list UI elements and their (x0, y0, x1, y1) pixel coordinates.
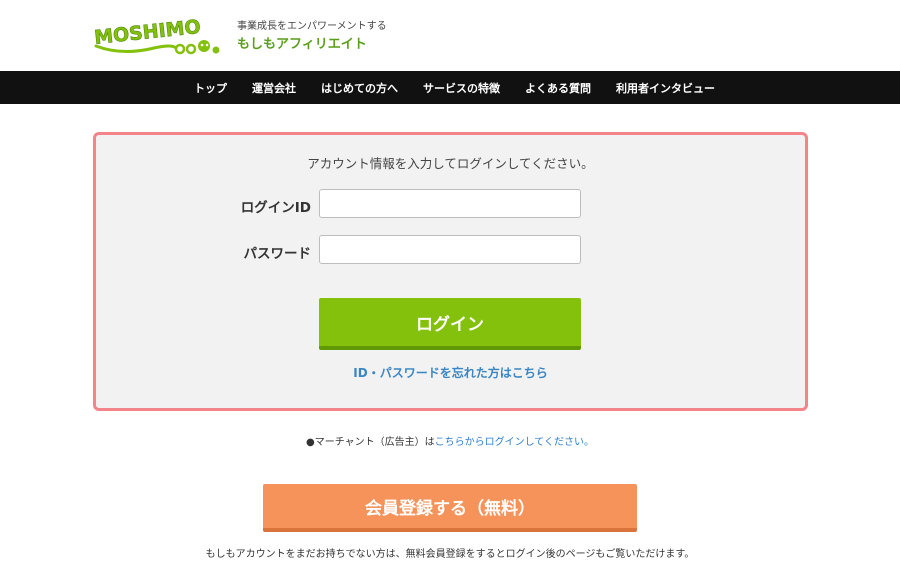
merchant-login-link[interactable]: こちらからログインしてください。 (435, 437, 594, 448)
login-intro: アカウント情報を入力してログインしてください。 (307, 156, 594, 171)
site-header: MOSHIMO 事業成長をエンパワーメントする もしもアフィリエイト (0, 0, 900, 71)
login-panel: アカウント情報を入力してログインしてください。 ログインID パスワード ログイ… (93, 132, 808, 411)
login-id-label: ログインID (240, 200, 311, 216)
register-button[interactable]: 会員登録する（無料） (263, 484, 637, 532)
nav-item-top[interactable]: トップ (194, 80, 227, 96)
forgot-password-link[interactable]: ID・パスワードを忘れた方はこちら (96, 364, 805, 381)
nav-item-faq[interactable]: よくある質問 (525, 80, 591, 96)
merchant-note-prefix: ●マーチャント（広告主）は (305, 437, 435, 448)
moshimo-logo[interactable]: MOSHIMO (92, 12, 227, 58)
login-id-input[interactable] (319, 189, 581, 218)
header-tagline: 事業成長をエンパワーメントする (237, 21, 387, 32)
merchant-login-note: ●マーチャント（広告主）はこちらからログインしてください。 (0, 433, 900, 448)
register-note: もしもアカウントをまだお持ちでない方は、無料会員登録をするとログイン後のページも… (205, 549, 695, 560)
main-nav: トップ 運営会社 はじめての方へ サービスの特徴 よくある質問 利用者インタビュ… (0, 71, 900, 104)
nav-item-company[interactable]: 運営会社 (252, 80, 296, 96)
password-input[interactable] (319, 235, 581, 264)
password-label: パスワード (243, 246, 312, 262)
nav-item-beginners[interactable]: はじめての方へ (321, 80, 398, 96)
nav-item-interviews[interactable]: 利用者インタビュー (616, 80, 715, 96)
nav-item-features[interactable]: サービスの特徴 (423, 80, 500, 96)
brand-name[interactable]: もしもアフィリエイト (237, 33, 367, 52)
logo-wordmark: MOSHIMO (93, 16, 201, 49)
login-button[interactable]: ログイン (319, 298, 581, 350)
